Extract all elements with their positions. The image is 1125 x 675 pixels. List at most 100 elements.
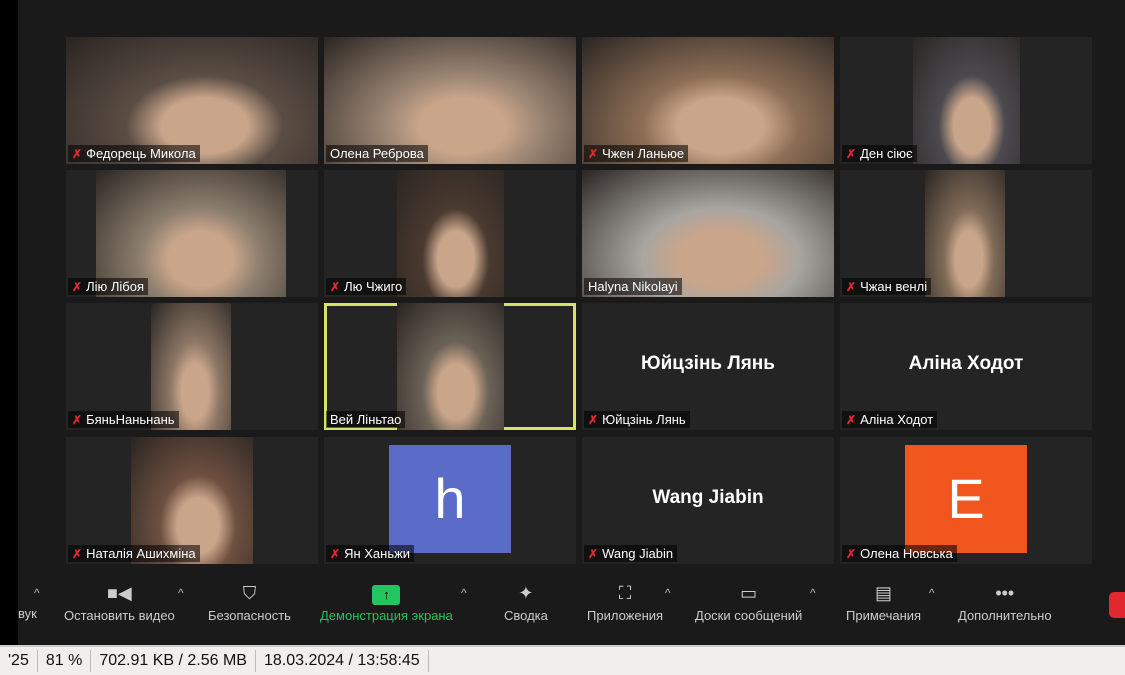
participant-name-label: ✗ Юйцзінь Лянь	[584, 411, 690, 428]
end-meeting-button[interactable]	[1109, 592, 1125, 618]
video-options-caret[interactable]: ^	[178, 586, 184, 600]
participant-name: Юйцзінь Лянь	[602, 412, 686, 427]
participant-display-name: Юйцзінь Лянь	[641, 353, 775, 374]
muted-mic-icon: ✗	[72, 412, 83, 427]
muted-mic-icon: ✗	[846, 146, 857, 161]
participant-name-label: ✗ Лю Чжиго	[326, 278, 407, 295]
summary-icon: ✦	[518, 583, 534, 603]
stop-video-label: Остановить видео	[64, 608, 175, 623]
zoom-level: 81 %	[38, 650, 92, 672]
muted-mic-icon: ✗	[330, 546, 341, 561]
participant-tile[interactable]: ✗ БяньНаньнань	[66, 303, 318, 430]
muted-mic-icon: ✗	[588, 146, 599, 161]
muted-mic-icon: ✗	[72, 546, 83, 561]
participant-tile[interactable]: ✗ Ден сіює	[840, 37, 1092, 164]
audio-label: вук	[18, 606, 37, 621]
avatar: h	[389, 445, 511, 553]
stop-video-button[interactable]: ■◀ Остановить видео	[64, 578, 175, 623]
participant-video	[397, 170, 504, 297]
participant-name: Лю Чжиго	[344, 279, 403, 294]
participant-display-name: Wang Jiabin	[652, 487, 764, 508]
participant-name: Ян Ханьжи	[344, 546, 411, 561]
participant-name-label: ✗ БяньНаньнань	[68, 411, 179, 428]
whiteboard-icon: ▭	[740, 583, 758, 603]
more-icon: •••	[995, 583, 1015, 603]
apps-options-caret[interactable]: ^	[665, 586, 671, 600]
participant-name-label: ✗ Лію Лібоя	[68, 278, 148, 295]
participant-name: Wang Jiabin	[602, 546, 674, 561]
more-button[interactable]: ••• Дополнительно	[958, 578, 1052, 623]
participant-video	[925, 170, 1005, 297]
participant-video	[913, 37, 1020, 164]
whiteboards-options-caret[interactable]: ^	[810, 586, 816, 600]
datetime: 18.03.2024 / 13:58:45	[256, 650, 429, 672]
meeting-toolbar: ^ вук ■◀ Остановить видео ^ ⛉ Безопасность…	[18, 578, 1125, 633]
participant-name-label: Олена Реброва	[326, 145, 428, 162]
participant-tile[interactable]: Юйцзінь Лянь ✗ Юйцзінь Лянь	[582, 303, 834, 430]
participant-name-label: ✗ Олена Новська	[842, 545, 957, 562]
notes-label: Примечания	[846, 608, 922, 623]
audio-button[interactable]: вук	[18, 606, 37, 621]
participant-name: Лію Лібоя	[86, 279, 144, 294]
participant-name: Вей Ліньтао	[330, 412, 402, 427]
share-screen-label: Демонстрация экрана	[320, 608, 453, 623]
participant-tile[interactable]: ✗ Федорець Микола	[66, 37, 318, 164]
participant-tile[interactable]: Вей Ліньтао	[324, 303, 576, 430]
participant-name: Чжан венлі	[860, 279, 928, 294]
muted-mic-icon: ✗	[588, 412, 599, 427]
participant-name: Федорець Микола	[86, 146, 196, 161]
summary-label: Сводка	[504, 608, 548, 623]
notes-button[interactable]: ▤ Примечания	[846, 578, 921, 623]
apps-icon: ⛶	[618, 583, 632, 603]
participant-tile[interactable]: ✗ Чжан венлі	[840, 170, 1092, 297]
participant-name-label: ✗ Чжен Ланьюе	[584, 145, 689, 162]
participant-tile[interactable]: Wang Jiabin ✗ Wang Jiabin	[582, 437, 834, 564]
apps-label: Приложения	[587, 608, 664, 623]
participant-tile[interactable]: ✗ Чжен Ланьюе	[582, 37, 834, 164]
participant-name-label: ✗ Wang Jiabin	[584, 545, 678, 562]
participant-tile[interactable]: h ✗ Ян Ханьжи	[324, 437, 576, 564]
security-label: Безопасность	[208, 608, 291, 623]
share-options-caret[interactable]: ^	[461, 586, 467, 600]
apps-button[interactable]: ⛶ Приложения	[587, 578, 663, 623]
participant-name-label: ✗ Наталія Ашихміна	[68, 545, 200, 562]
participant-name: Ден сіює	[860, 146, 913, 161]
participant-name: Чжен Ланьюе	[602, 146, 685, 161]
audio-options-caret[interactable]: ^	[34, 586, 40, 600]
muted-mic-icon: ✗	[846, 412, 857, 427]
participant-video	[397, 303, 504, 430]
page-indicator: '25	[0, 650, 38, 672]
participant-tile[interactable]: Олена Реброва	[324, 37, 576, 164]
participant-tile[interactable]: ✗ Лію Лібоя	[66, 170, 318, 297]
participant-name: Аліна Ходот	[860, 412, 934, 427]
share-screen-button[interactable]: ↑ Демонстрация экрана	[320, 578, 453, 623]
summary-button[interactable]: ✦ Сводка	[504, 578, 548, 623]
participant-tile[interactable]: ✗ Наталія Ашихміна	[66, 437, 318, 564]
participant-tile[interactable]: Halyna Nikolayi	[582, 170, 834, 297]
video-gallery: ✗ Федорець Микола Олена Реброва ✗ Чжен Ланью…	[18, 0, 1125, 645]
participant-name-label: ✗ Чжан венлі	[842, 278, 932, 295]
muted-mic-icon: ✗	[846, 546, 857, 561]
participant-display-name: Аліна Ходот	[908, 353, 1024, 374]
participant-tile[interactable]: ✗ Лю Чжиго	[324, 170, 576, 297]
notes-options-caret[interactable]: ^	[929, 586, 935, 600]
participant-name: Наталія Ашихміна	[86, 546, 196, 561]
security-button[interactable]: ⛉ Безопасность	[208, 578, 291, 623]
participant-tile[interactable]: E ✗ Олена Новська	[840, 437, 1092, 564]
avatar: E	[905, 445, 1027, 553]
more-label: Дополнительно	[958, 608, 1052, 623]
shield-icon: ⛉	[242, 583, 257, 603]
participant-name-label: Halyna Nikolayi	[584, 278, 682, 295]
whiteboards-button[interactable]: ▭ Доски сообщений	[695, 578, 802, 623]
participant-name: Олена Реброва	[330, 146, 424, 161]
participant-name: БяньНаньнань	[86, 412, 175, 427]
participant-name-label: ✗ Аліна Ходот	[842, 411, 938, 428]
participant-name-label: ✗ Ян Ханьжи	[326, 545, 415, 562]
participant-name: Halyna Nikolayi	[588, 279, 678, 294]
participant-name-label: ✗ Ден сіює	[842, 145, 917, 162]
participant-name: Олена Новська	[860, 546, 953, 561]
muted-mic-icon: ✗	[72, 279, 83, 294]
video-camera-icon: ■◀	[107, 583, 132, 603]
participant-tile[interactable]: Аліна Ходот ✗ Аліна Ходот	[840, 303, 1092, 430]
whiteboards-label: Доски сообщений	[695, 608, 803, 623]
